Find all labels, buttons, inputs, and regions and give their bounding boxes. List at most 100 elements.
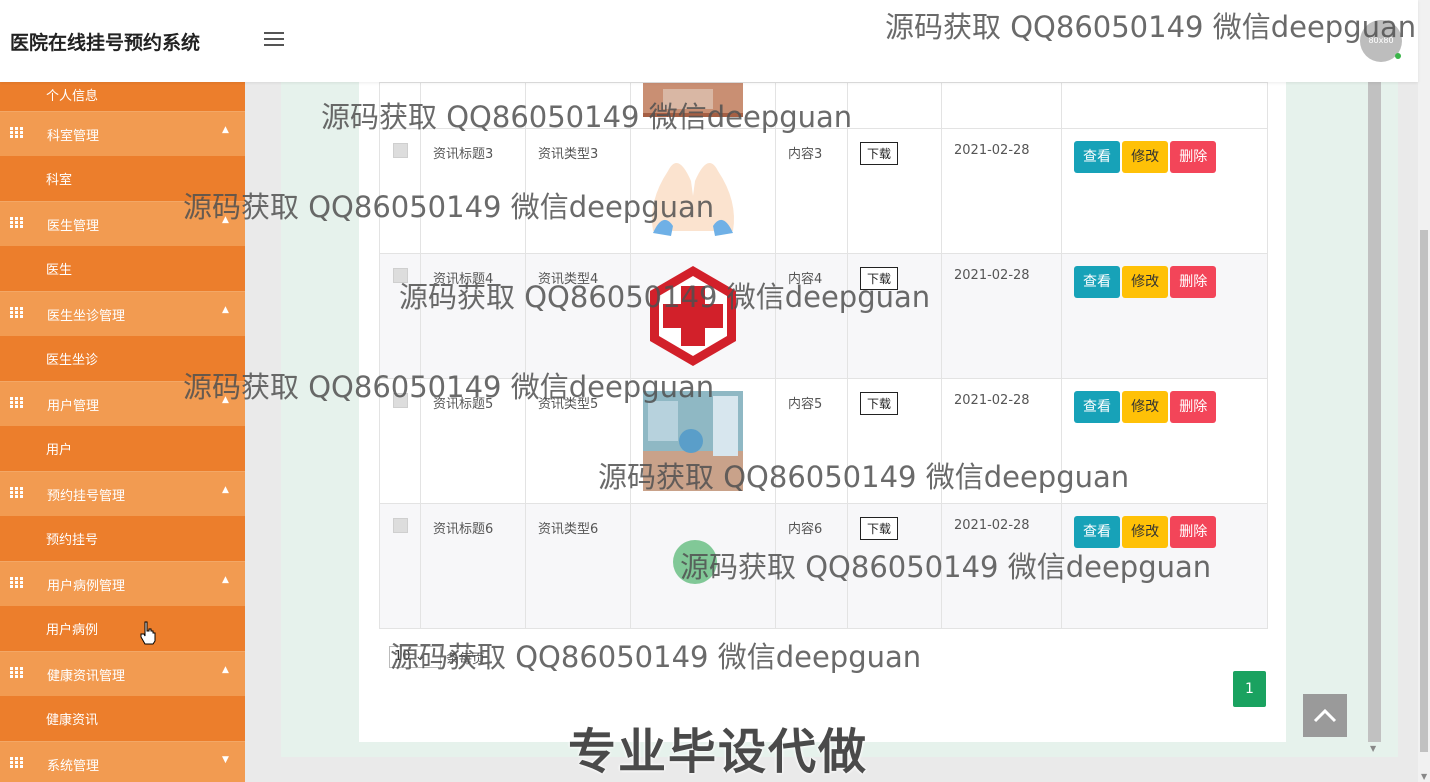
news-content: 内容6 <box>788 522 823 537</box>
edit-button[interactable]: 修改 <box>1122 391 1169 423</box>
edit-button[interactable]: 修改 <box>1122 516 1169 548</box>
row-checkbox[interactable] <box>393 143 408 158</box>
edit-button[interactable]: 修改 <box>1122 141 1169 173</box>
sidebar-group-consultation[interactable]: 医生坐诊管理 ▲ <box>0 291 245 336</box>
scroll-down-arrow-icon[interactable]: ▼ <box>1421 772 1427 781</box>
online-status-dot <box>1395 53 1401 59</box>
table-row: 资讯标题3 资讯类型3 内容3 下载 2021-02-28 查看 修改 删除 <box>379 128 1268 254</box>
sidebar-group-label: 预约挂号管理 <box>47 489 126 504</box>
row-checkbox[interactable] <box>393 518 408 533</box>
caret-up-icon: ▲ <box>222 305 229 315</box>
grid-icon <box>10 487 23 498</box>
grid-icon <box>10 757 23 768</box>
news-content: 内容4 <box>788 272 823 287</box>
view-button[interactable]: 查看 <box>1074 391 1120 423</box>
sidebar-item-label: 健康资讯 <box>46 713 99 728</box>
news-table: 资讯标题3 资讯类型3 内容3 下载 2021-02-28 查看 修改 删除 资… <box>379 82 1268 629</box>
sidebar-group-department[interactable]: 科室管理 ▲ <box>0 111 245 156</box>
news-image-placeholder <box>673 540 717 584</box>
news-title: 资讯标题3 <box>433 147 494 162</box>
news-title: 资讯标题4 <box>433 272 494 287</box>
download-button[interactable]: 下载 <box>860 267 899 290</box>
sidebar-group-label: 用户病例管理 <box>47 579 126 594</box>
delete-button[interactable]: 删除 <box>1170 391 1217 423</box>
view-button[interactable]: 查看 <box>1074 141 1120 173</box>
medical-data-image <box>643 391 743 491</box>
caret-up-icon: ▲ <box>222 215 229 225</box>
caret-up-icon: ▲ <box>222 485 229 495</box>
inner-scrollbar[interactable] <box>1368 82 1381 742</box>
row-checkbox[interactable] <box>393 393 408 408</box>
news-title: 资讯标题6 <box>433 522 494 537</box>
caret-down-icon: ▼ <box>222 755 229 765</box>
sidebar-item-label: 用户 <box>46 443 73 458</box>
sidebar-group-doctor[interactable]: 医生管理 ▲ <box>0 201 245 246</box>
news-type: 资讯类型5 <box>538 397 599 412</box>
page-size-select[interactable]: 10 ⌄ <box>389 646 441 668</box>
view-button[interactable]: 查看 <box>1074 266 1120 298</box>
sidebar-item-label: 预约挂号 <box>46 533 99 548</box>
sidebar-item-consultation[interactable]: 医生坐诊 <box>0 336 245 381</box>
caret-up-icon: ▲ <box>222 395 229 405</box>
hand-cursor-icon <box>140 621 156 645</box>
delete-button[interactable]: 删除 <box>1170 141 1217 173</box>
news-type: 资讯类型6 <box>538 522 599 537</box>
caret-up-icon: ▲ <box>222 125 229 135</box>
caret-up-icon: ▲ <box>222 665 229 675</box>
page-size-label: 条每页 <box>446 652 486 667</box>
sidebar-item-label: 个人信息 <box>46 89 99 104</box>
sidebar-item-doctor[interactable]: 医生 <box>0 246 245 291</box>
sidebar-item-label: 用户病例 <box>46 623 99 638</box>
grid-icon <box>10 577 23 588</box>
grid-icon <box>10 667 23 678</box>
table-row: 资讯标题6 资讯类型6 内容6 下载 2021-02-28 查看 修改 删除 <box>379 503 1268 629</box>
scroll-down-arrow-icon[interactable]: ▼ <box>1370 744 1376 753</box>
sidebar-group-user[interactable]: 用户管理 ▲ <box>0 381 245 426</box>
grid-icon <box>10 217 23 228</box>
sidebar-group-appointment[interactable]: 预约挂号管理 ▲ <box>0 471 245 516</box>
menu-toggle-icon[interactable] <box>264 32 284 48</box>
page-button-current[interactable]: 1 <box>1233 671 1266 707</box>
sidebar-group-label: 健康资讯管理 <box>47 669 126 684</box>
table-row: 资讯标题4 资讯类型4 内容4 下载 2021-02-28 查看 修改 删除 <box>379 253 1268 379</box>
sidebar-group-system[interactable]: 系统管理 ▼ <box>0 741 245 782</box>
delete-button[interactable]: 删除 <box>1170 266 1217 298</box>
edit-button[interactable]: 修改 <box>1122 266 1169 298</box>
table-row-partial <box>379 82 1268 129</box>
delete-button[interactable]: 删除 <box>1170 516 1217 548</box>
back-to-top-button[interactable] <box>1303 694 1347 737</box>
news-image-partial <box>643 83 743 117</box>
sidebar-item-case[interactable]: 用户病例 <box>0 606 245 651</box>
news-type: 资讯类型4 <box>538 272 599 287</box>
news-content: 内容3 <box>788 147 823 162</box>
sidebar: 个人信息 科室管理 ▲ 科室 医生管理 ▲ 医生 医生坐诊管理 ▲ 医生坐诊 用… <box>0 82 245 782</box>
sidebar-group-news[interactable]: 健康资讯管理 ▲ <box>0 651 245 696</box>
sidebar-group-case[interactable]: 用户病例管理 ▲ <box>0 561 245 606</box>
grid-icon <box>10 397 23 408</box>
sidebar-group-label: 用户管理 <box>47 399 100 414</box>
caret-up-icon: ▲ <box>222 575 229 585</box>
red-cross-image <box>650 266 736 366</box>
news-content: 内容5 <box>788 397 823 412</box>
sidebar-group-label: 医生坐诊管理 <box>47 309 126 324</box>
download-button[interactable]: 下载 <box>860 517 899 540</box>
sidebar-item-department[interactable]: 科室 <box>0 156 245 201</box>
news-type: 资讯类型3 <box>538 147 599 162</box>
download-button[interactable]: 下载 <box>860 142 899 165</box>
page-scrollbar-thumb[interactable] <box>1420 230 1428 752</box>
grid-icon <box>10 127 23 138</box>
sidebar-item-user[interactable]: 用户 <box>0 426 245 471</box>
news-date: 2021-02-28 <box>954 268 1030 283</box>
watermark-banner: 专业毕设代做 <box>568 724 869 780</box>
download-button[interactable]: 下载 <box>860 392 899 415</box>
row-checkbox[interactable] <box>393 268 408 283</box>
app-root: 医院在线挂号预约系统 80x80 个人信息 科室管理 ▲ 科室 医生管理 ▲ 医… <box>0 0 1430 782</box>
sidebar-item-label: 医生坐诊 <box>46 353 99 368</box>
news-title: 资讯标题5 <box>433 397 494 412</box>
sidebar-group-label: 医生管理 <box>47 219 100 234</box>
sidebar-item-news[interactable]: 健康资讯 <box>0 696 245 741</box>
view-button[interactable]: 查看 <box>1074 516 1120 548</box>
sidebar-item-appointment[interactable]: 预约挂号 <box>0 516 245 561</box>
app-title: 医院在线挂号预约系统 <box>10 32 201 54</box>
table-row: 资讯标题5 资讯类型5 内容5 下载 2021-02-28 查看 修改 删除 <box>379 378 1268 504</box>
